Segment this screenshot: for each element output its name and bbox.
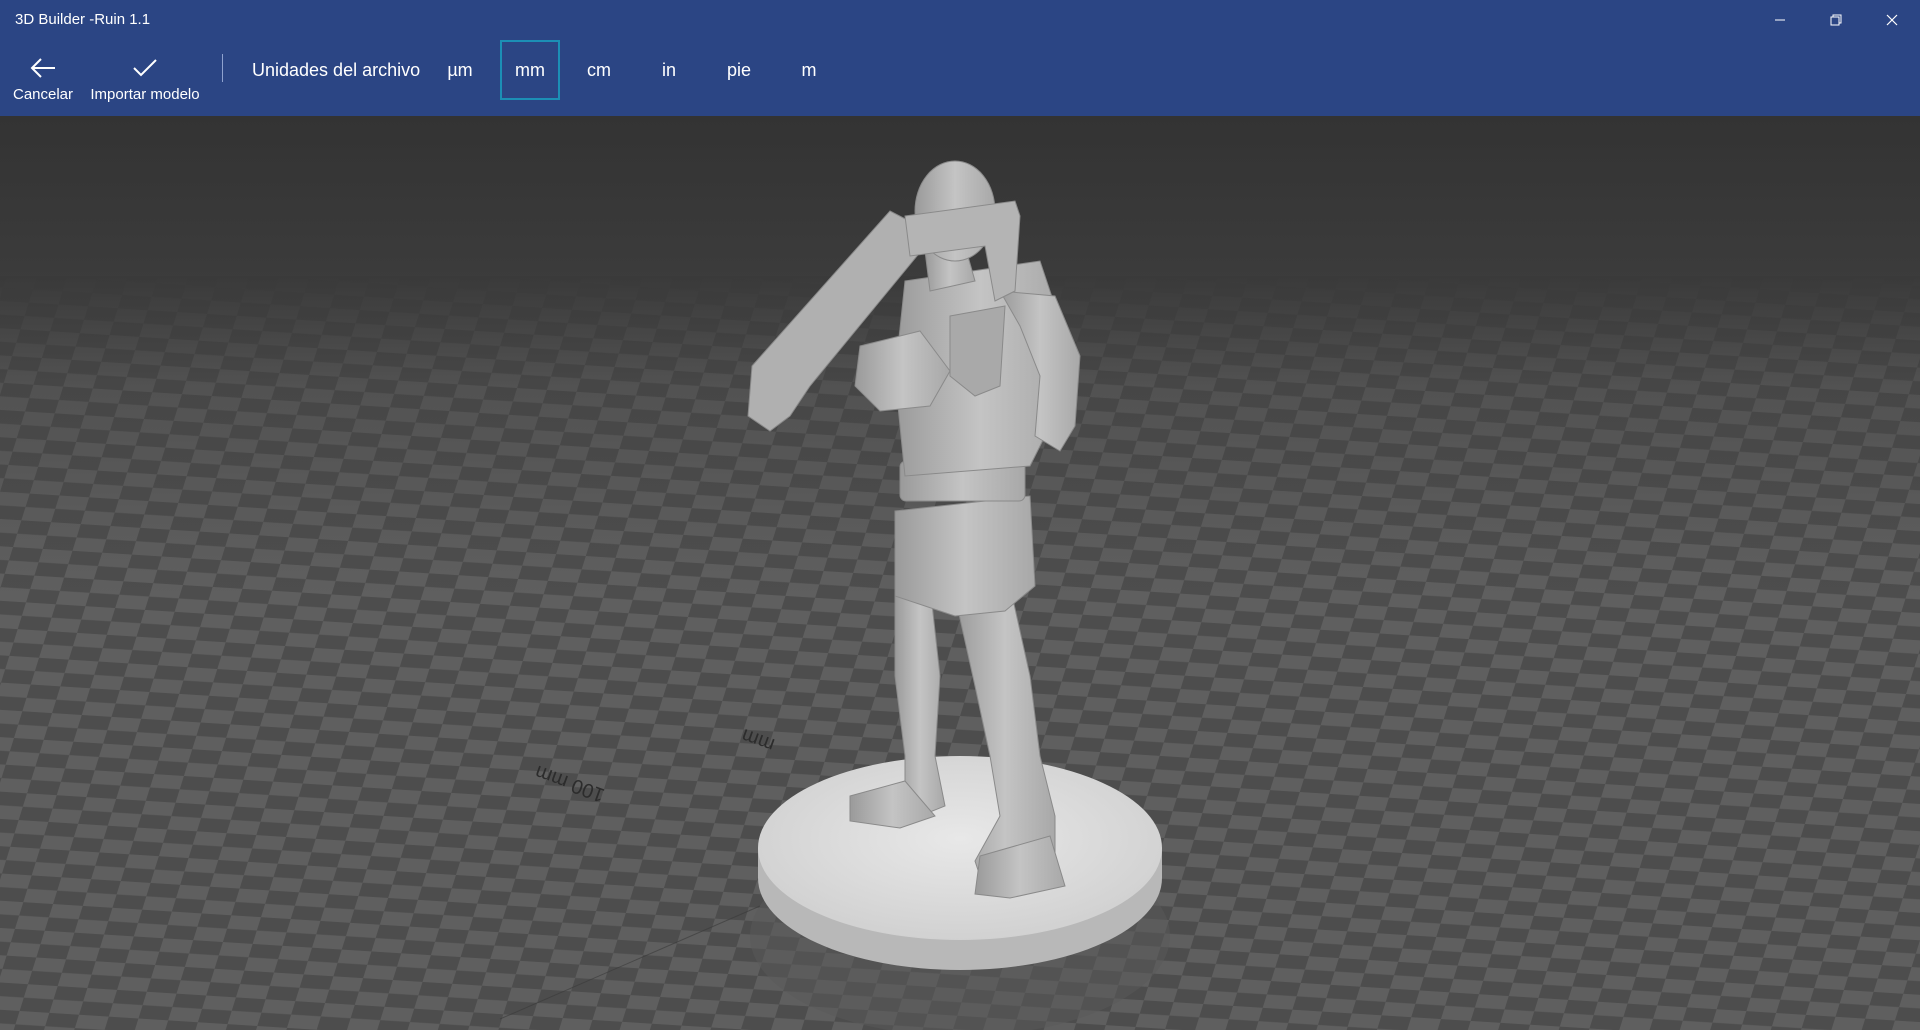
import-model-label: Importar modelo [90,86,200,103]
cancel-label: Cancelar [12,86,74,103]
unit-in-button[interactable]: in [639,40,699,100]
unit-in-label: in [661,59,676,80]
restore-button[interactable] [1808,0,1864,40]
cancel-button[interactable]: Cancelar [8,40,78,116]
unit-mm-label: mm [515,59,545,80]
minimize-icon [1775,19,1785,21]
unit-m-button[interactable]: m [779,40,839,100]
title-bar: 3D Builder -Ruin 1.1 [0,0,1920,40]
unit-pie-button[interactable]: pie [709,40,769,100]
unit-cm-button[interactable]: cm [569,40,629,100]
minimize-button[interactable] [1752,0,1808,40]
model-base [750,756,1170,1030]
toolbar: Cancelar Importar modelo Unidades del ar… [0,40,1920,116]
window-controls [1752,0,1920,40]
unit-m-label: m [801,59,817,80]
checkmark-icon [133,59,157,77]
restore-icon [1830,14,1842,26]
unit-pie-label: pie [726,59,752,80]
import-model-button[interactable]: Importar modelo [86,40,204,116]
toolbar-divider [222,54,223,82]
close-icon [1886,14,1898,26]
file-units-label: Unidades del archivo [252,60,421,80]
scene-canvas[interactable] [0,116,1920,1030]
unit-um-button[interactable]: µm [430,40,490,100]
window-title: 3D Builder -Ruin 1.1 [15,11,151,28]
back-arrow-icon [30,58,55,78]
unit-um-label: µm [447,59,473,80]
3d-viewport[interactable]: 100 mm mm [0,116,1920,1030]
unit-mm-button[interactable]: mm [500,40,560,100]
close-button[interactable] [1864,0,1920,40]
unit-cm-label: cm [587,59,611,80]
